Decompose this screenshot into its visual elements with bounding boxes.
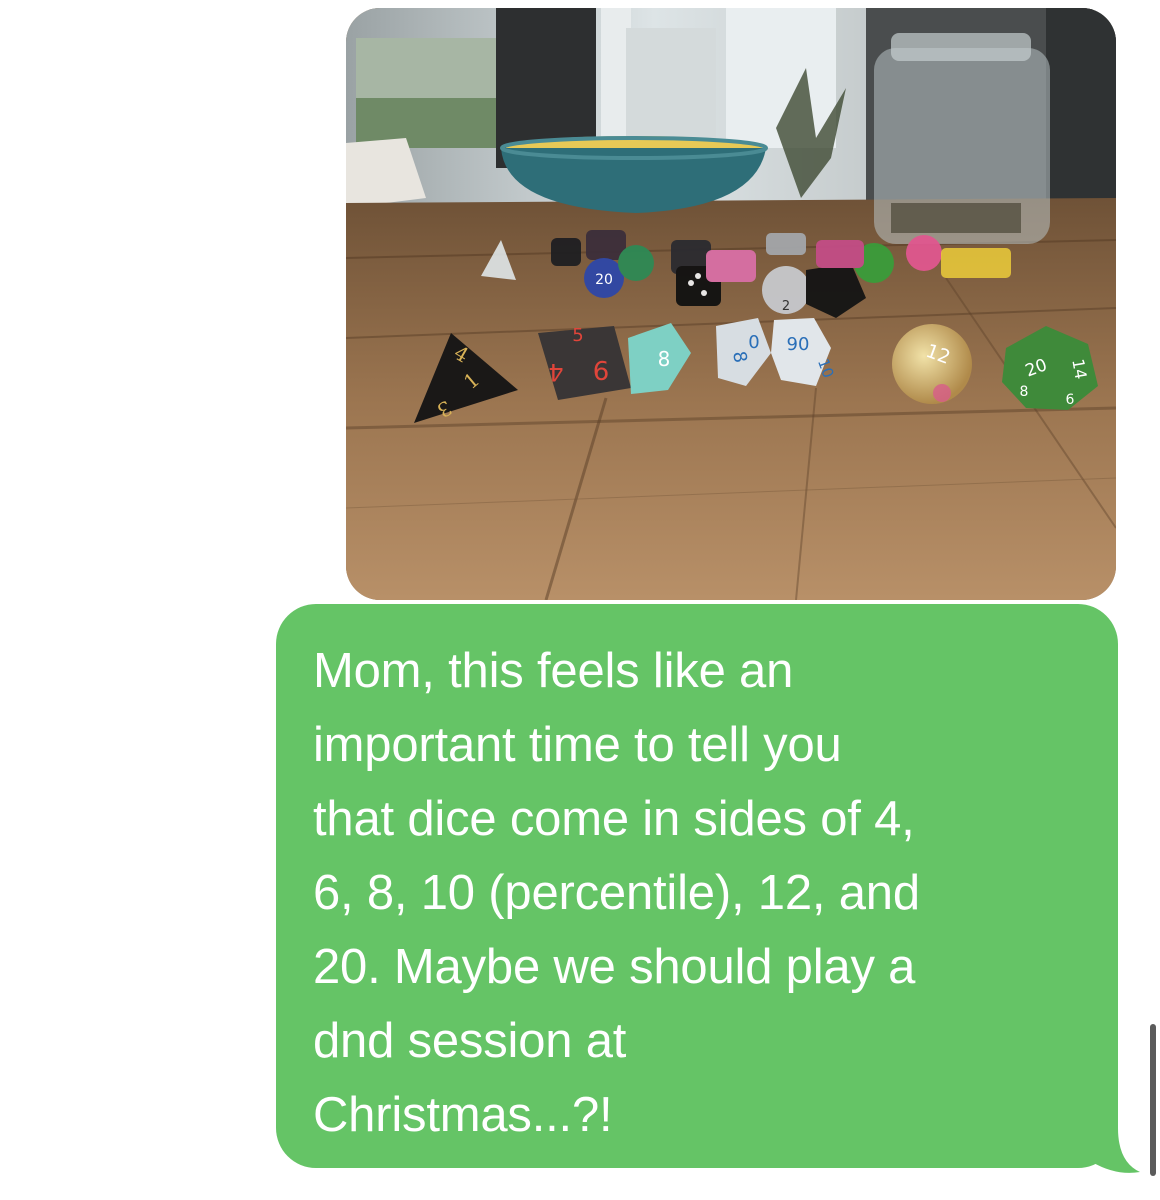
d10-label-b: 0 [748, 332, 759, 353]
d6-label-top: 5 [572, 325, 583, 346]
d6-label-front: 6 [593, 357, 610, 387]
d10-percentile-label-a: 90 [787, 334, 810, 355]
d20-label-d: 6 [1066, 392, 1075, 408]
scroll-indicator-bar[interactable] [1150, 1024, 1156, 1176]
message-text: Mom, this feels like an important time t… [313, 644, 920, 1142]
d-small-label: 2 [782, 299, 790, 314]
d20-label-c: 8 [1020, 384, 1029, 400]
sent-message-bubble[interactable]: Mom, this feels like an important time t… [276, 604, 1118, 1168]
dice-on-table-photo: 20 2 4 1 3 5 6 4 8 8 0 90 10 12 20 14 8 … [346, 8, 1116, 600]
d8-label: 8 [658, 347, 671, 371]
photo-attachment[interactable]: 20 2 4 1 3 5 6 4 8 8 0 90 10 12 20 14 8 … [346, 8, 1116, 600]
message-thread[interactable]: 20 2 4 1 3 5 6 4 8 8 0 90 10 12 20 14 8 … [0, 0, 1160, 1200]
d12-die [892, 324, 972, 404]
d20-small-label: 20 [595, 272, 613, 288]
d6-label-side: 4 [548, 358, 563, 386]
d20-label-b: 14 [1068, 357, 1090, 380]
bubble-tail-icon [1092, 1128, 1140, 1173]
